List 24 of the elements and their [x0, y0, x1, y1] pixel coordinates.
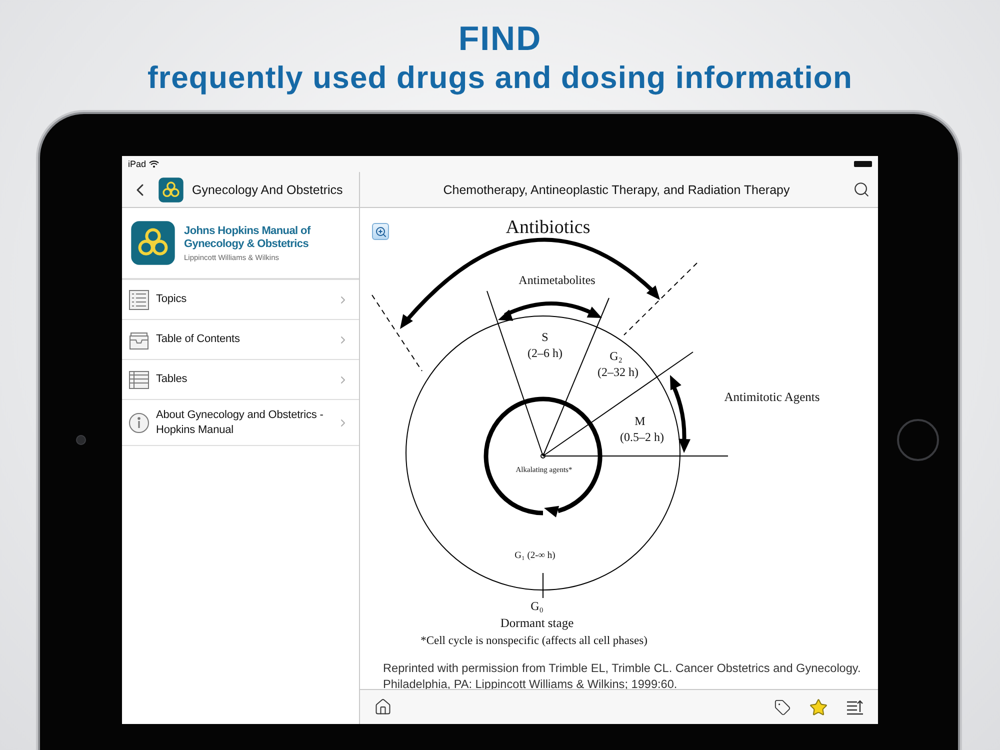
diagram-label: Dormant stage: [500, 616, 574, 630]
sidebar-item[interactable]: About Gynecology and Obstetrics - Hopkins Manual: [122, 400, 359, 446]
diagram-label: Antibiotics: [506, 217, 590, 238]
diagram-label: Antimitotic Agents: [724, 390, 820, 404]
nav-title: Chemotherapy, Antineoplastic Therapy, and Radiation Therapy: [442, 182, 791, 197]
nav-title: Gynecology And Obstetrics: [192, 182, 343, 197]
diagram-label: G₁ (2-∞ h): [514, 551, 556, 562]
carrier-label: iPad: [128, 159, 146, 170]
diagram-label: G₂: [610, 349, 622, 364]
diagram-label: (0.5–2 h): [620, 430, 664, 444]
sidebar-item[interactable]: Table of Contents: [122, 320, 359, 360]
headline-title: FIND: [458, 20, 542, 58]
sidebar-item[interactable]: Tables: [122, 360, 359, 400]
diagram-label: Antimetabolites: [518, 273, 596, 288]
diagram-label: *Cell cycle is nonspecific (affects all cell phases): [420, 635, 648, 648]
diagram-label: G₀: [530, 599, 544, 614]
credit-text: Reprinted with permission from Trimble EL, Trimble CL. Cancer Obstetrics and Gynecology. Philadelphia, PA: Lippincott Williams & Wilkins; 1999:60.: [383, 660, 862, 692]
book-title: Johns Hopkins Manual of Gynecology & Obstetrics: [184, 224, 312, 251]
diagram-label: (2–32 h): [598, 365, 638, 380]
sidebar-item[interactable]: Topics: [122, 280, 359, 320]
diagram-label: M: [634, 414, 646, 428]
headline-subtitle: frequently used drugs and dosing information: [148, 59, 852, 97]
diagram-label: S: [542, 330, 548, 344]
diagram-label: (2–6 h): [528, 346, 562, 360]
